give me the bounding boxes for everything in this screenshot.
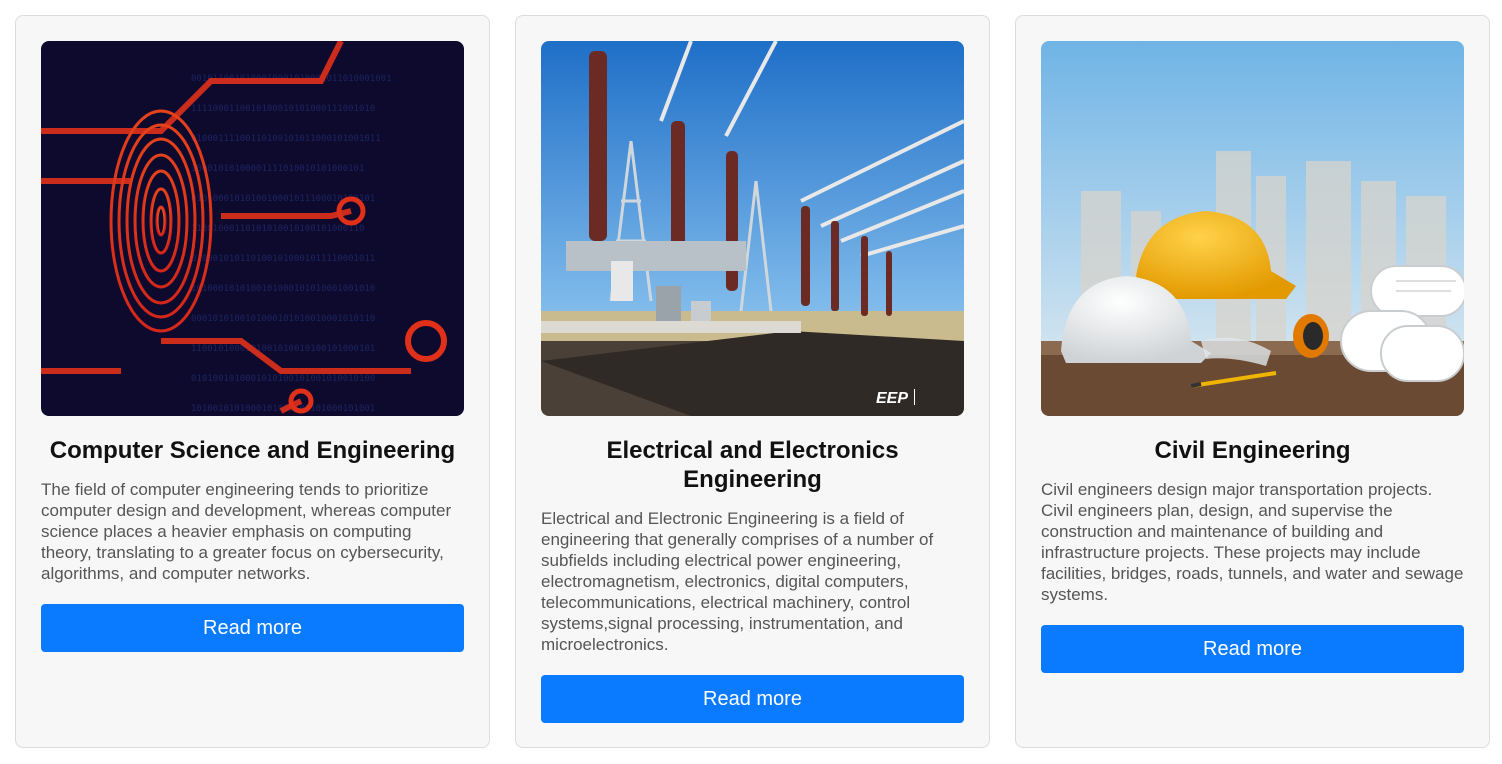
svg-text:010001111001101001010110001010: 01000111100110100101011000101001011 bbox=[191, 134, 381, 144]
svg-text:010100101000101010010100101001: 0101001010001010100101001010010100 bbox=[191, 374, 375, 384]
card-description: Civil engineers design major transportat… bbox=[1041, 480, 1464, 604]
read-more-button[interactable]: Read more bbox=[1041, 625, 1464, 673]
svg-text:100010101000011110100101010001: 10001010100001111010010101000101 bbox=[191, 164, 364, 174]
svg-text:110010001101010100101001010001: 11001000110101010010100101000110 bbox=[191, 224, 364, 234]
card-computer-science: 0010110010100010001010001011010001001 11… bbox=[15, 15, 490, 748]
card-title: Civil Engineering bbox=[1154, 437, 1351, 464]
card-civil-engineering: Civil Engineering Civil engineers design… bbox=[1015, 15, 1490, 748]
hard-hats-blueprints-image bbox=[1041, 41, 1464, 416]
card-electrical-electronics: EEP Electrical and Electronics Engineeri… bbox=[515, 15, 990, 748]
card-description: Electrical and Electronic Engineering is… bbox=[541, 509, 934, 654]
svg-text:101000101010010100010101000100: 1010001010100101000101010001001010 bbox=[191, 284, 375, 294]
svg-text:110010100010100101001010010100: 1100101000101001010010100101000101 bbox=[191, 344, 375, 354]
read-more-button[interactable]: Read more bbox=[41, 604, 464, 652]
card-title: Electrical and Electronics Engineering bbox=[606, 437, 899, 493]
card-description: The field of computer engineering tends … bbox=[41, 480, 452, 583]
power-substation-image: EEP bbox=[541, 41, 964, 416]
eep-watermark-logo: EEP bbox=[876, 390, 908, 407]
fingerprint-circuit-image: 0010110010100010001010001011010001001 11… bbox=[41, 41, 464, 416]
svg-text:010001010110100101000101111000: 0100010101101001010001011110001011 bbox=[191, 254, 375, 264]
svg-text:000101010010100010101001000101: 0001010100101000101010010001010110 bbox=[191, 314, 375, 324]
card-title: Computer Science and Engineering bbox=[49, 437, 456, 464]
svg-text:111100011001010001010100011100: 1111000110010100010101000111001010 bbox=[191, 104, 375, 114]
read-more-button[interactable]: Read more bbox=[541, 675, 964, 723]
